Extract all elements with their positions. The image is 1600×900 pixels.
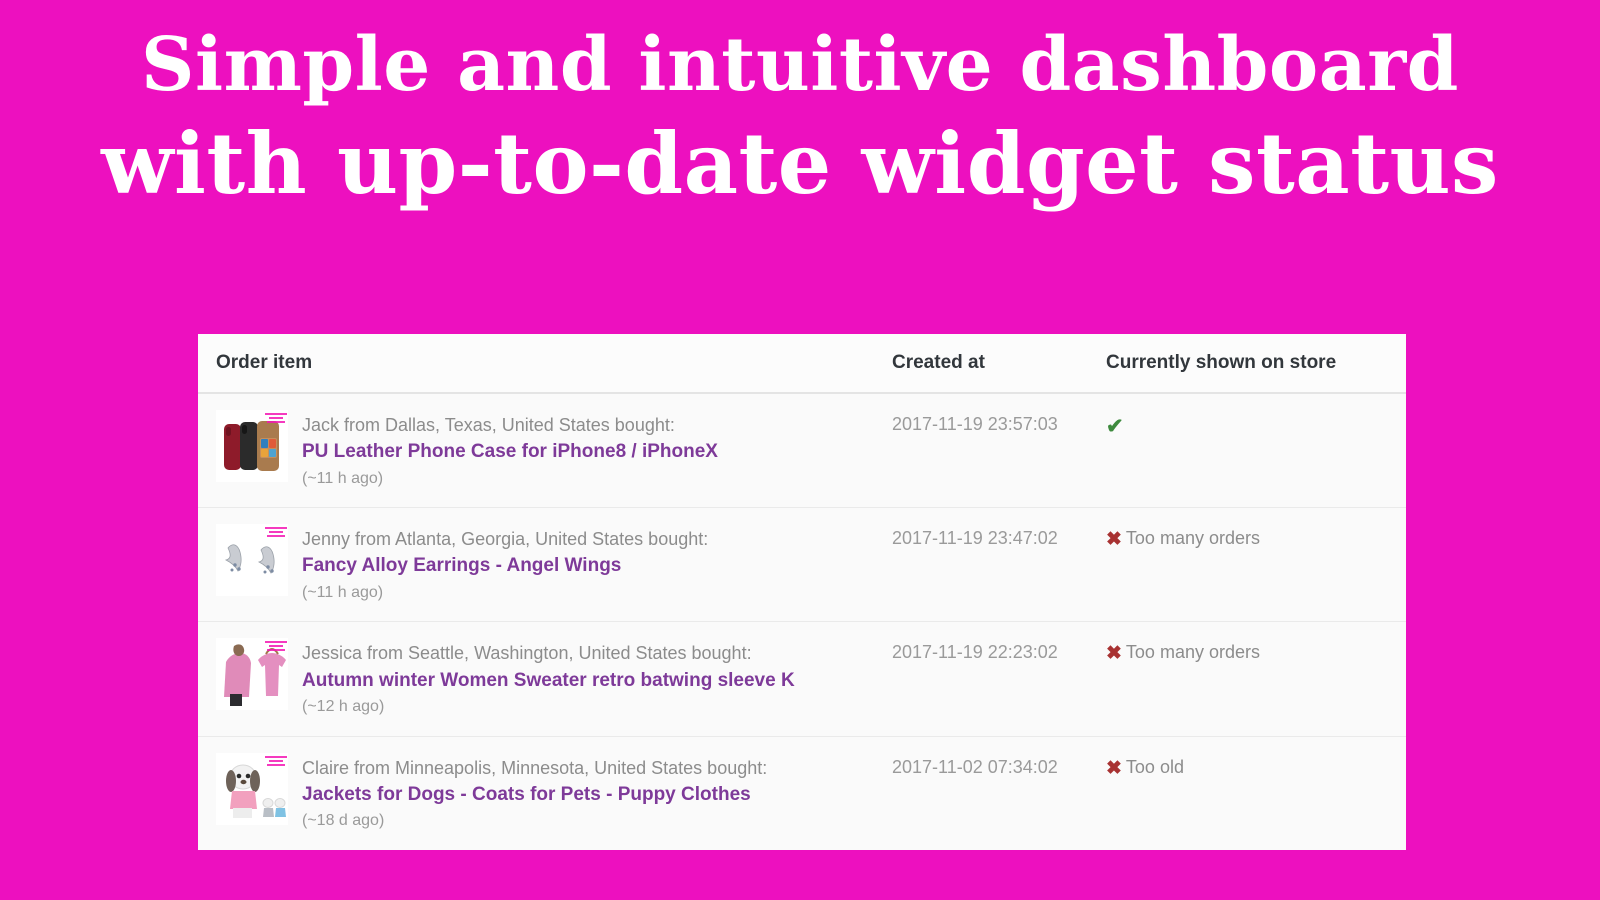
hero-heading-line-2: with up-to-date widget status xyxy=(101,114,1499,213)
sweater-thumbnail[interactable] xyxy=(216,638,288,711)
thumbnail-watermark xyxy=(265,641,287,653)
table-row[interactable]: Claire from Minneapolis, Minnesota, Unit… xyxy=(198,736,1406,850)
cell-order-item: Claire from Minneapolis, Minnesota, Unit… xyxy=(198,736,892,850)
status-badge: ✖ Too many orders xyxy=(1106,528,1260,551)
relative-time: (~11 h ago) xyxy=(302,469,384,487)
status-cross-icon: ✖ xyxy=(1106,529,1122,551)
cell-shown-on-store: ✔ xyxy=(1106,393,1406,509)
table-header-row: Order item Created at Currently shown on… xyxy=(198,334,1406,394)
cell-order-item: Jenny from Atlanta, Georgia, United Stat… xyxy=(198,507,892,623)
thumbnail-watermark xyxy=(265,527,287,539)
cell-shown-on-store: ✖ Too many orders xyxy=(1106,621,1406,737)
status-label: Too many orders xyxy=(1125,528,1260,549)
cell-order-item: Jack from Dallas, Texas, United States b… xyxy=(198,393,892,509)
column-header-order-item[interactable]: Order item xyxy=(198,334,892,394)
earrings-thumbnail[interactable] xyxy=(216,524,288,597)
status-label: Too many orders xyxy=(1125,642,1260,663)
hero-heading-line-1: Simple and intuitive dashboard xyxy=(141,22,1459,108)
dashboard-card: Order item Created at Currently shown on… xyxy=(194,334,1406,850)
cell-created-at: 2017-11-19 23:47:02 xyxy=(892,507,1106,623)
status-label: Too old xyxy=(1125,756,1184,777)
table-row[interactable]: Jack from Dallas, Texas, United States b… xyxy=(198,393,1406,509)
dog-clothes-thumbnail[interactable] xyxy=(216,752,288,825)
cell-shown-on-store: ✖ Too many orders xyxy=(1106,507,1406,623)
product-link[interactable]: Autumn winter Women Sweater retro batwin… xyxy=(302,667,795,695)
product-link[interactable]: Fancy Alloy Earrings - Angel Wings xyxy=(302,552,708,580)
column-header-shown-on-store[interactable]: Currently shown on store xyxy=(1106,334,1406,394)
thumbnail-watermark xyxy=(265,413,287,425)
status-badge: ✖ Too old xyxy=(1106,756,1184,779)
product-link[interactable]: Jackets for Dogs - Coats for Pets - Pupp… xyxy=(302,781,767,809)
relative-time: (~18 d ago) xyxy=(302,812,385,830)
relative-time: (~12 h ago) xyxy=(302,698,385,716)
buyer-line: Jessica from Seattle, Washington, United… xyxy=(302,643,752,664)
cell-created-at: 2017-11-02 07:34:02 xyxy=(892,736,1106,850)
cell-order-item: Jessica from Seattle, Washington, United… xyxy=(198,621,892,737)
status-badge: ✖ Too many orders xyxy=(1106,642,1260,665)
orders-table: Order item Created at Currently shown on… xyxy=(198,334,1406,850)
column-header-created-at[interactable]: Created at xyxy=(892,334,1106,394)
cell-created-at: 2017-11-19 22:23:02 xyxy=(892,621,1106,737)
status-cross-icon: ✖ xyxy=(1106,643,1122,665)
thumbnail-watermark xyxy=(265,755,287,768)
buyer-line: Jenny from Atlanta, Georgia, United Stat… xyxy=(302,529,709,550)
buyer-line: Claire from Minneapolis, Minnesota, Unit… xyxy=(302,757,768,778)
status-cross-icon: ✖ xyxy=(1106,757,1122,779)
status-check-icon: ✔ xyxy=(1106,415,1124,438)
orders-table-head: Order item Created at Currently shown on… xyxy=(198,334,1406,394)
phone-case-thumbnail[interactable] xyxy=(216,410,288,482)
status-badge: ✔ xyxy=(1106,415,1128,438)
cell-shown-on-store: ✖ Too old xyxy=(1106,736,1406,850)
orders-table-body: Jack from Dallas, Texas, United States b… xyxy=(198,393,1406,850)
table-row[interactable]: Jenny from Atlanta, Georgia, United Stat… xyxy=(198,507,1406,623)
hero-banner: Simple and intuitive dashboard with up-t… xyxy=(0,0,1600,206)
table-row[interactable]: Jessica from Seattle, Washington, United… xyxy=(198,621,1406,737)
product-link[interactable]: PU Leather Phone Case for iPhone8 / iPho… xyxy=(302,438,718,466)
buyer-line: Jack from Dallas, Texas, United States b… xyxy=(302,415,675,435)
relative-time: (~11 h ago) xyxy=(302,583,384,601)
cell-created-at: 2017-11-19 23:57:03 xyxy=(892,393,1106,509)
